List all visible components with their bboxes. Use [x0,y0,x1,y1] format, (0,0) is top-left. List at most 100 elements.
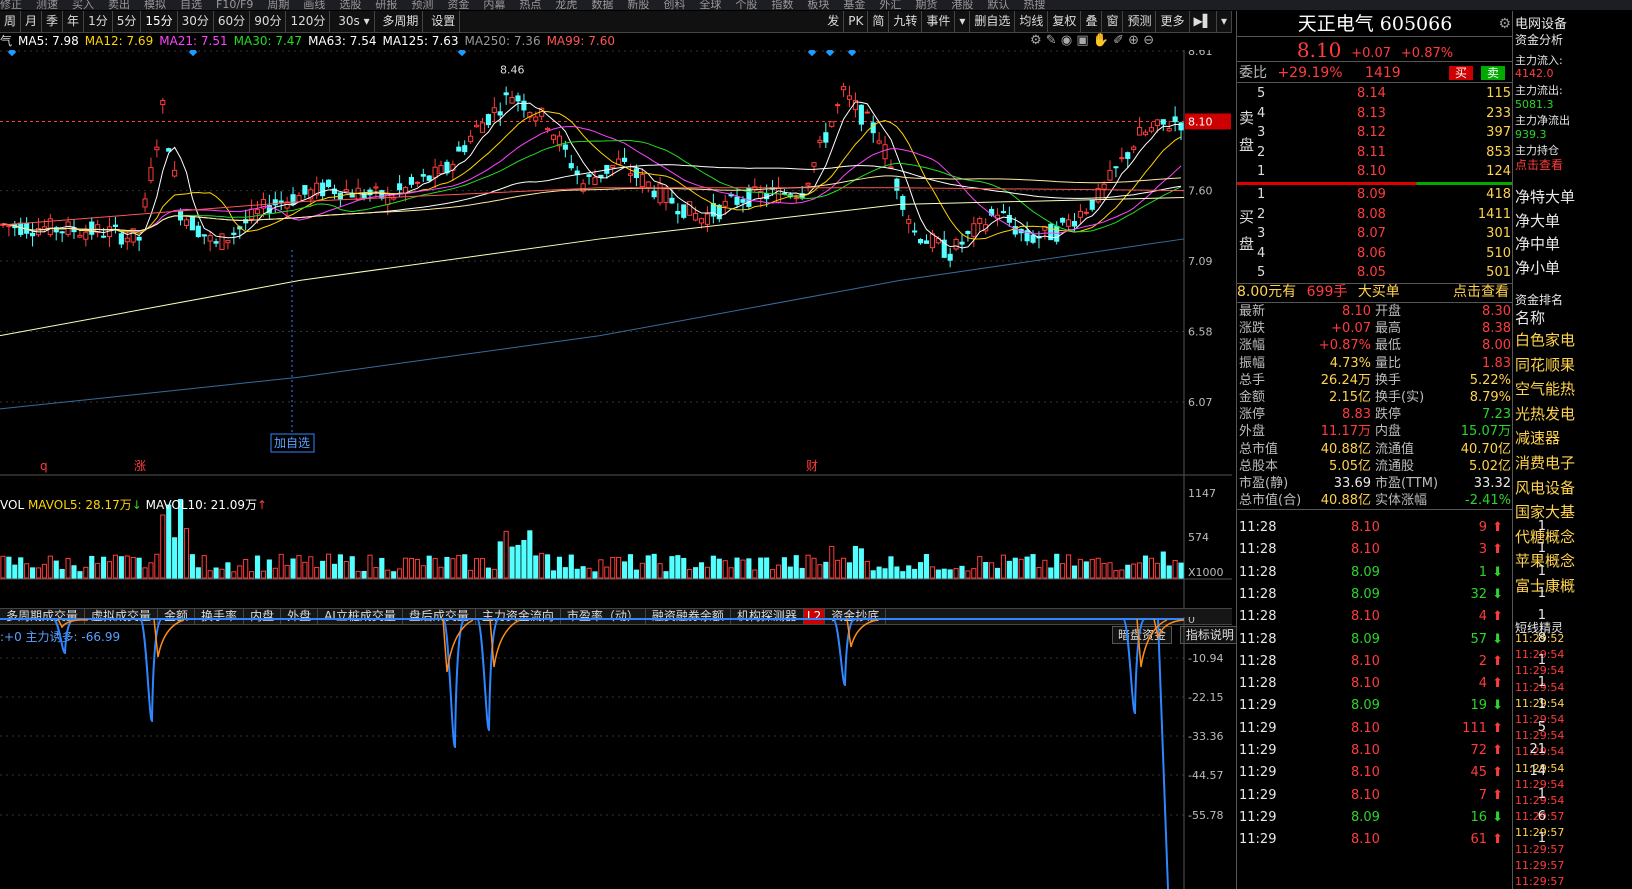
top-menu-item[interactable]: 预测 [411,0,433,10]
ask-level[interactable]: 4 8.13 233 [1237,105,1513,122]
volume-bar [1101,562,1107,579]
zoom-in-icon[interactable]: ⊕ [1128,33,1139,48]
top-menu-item[interactable]: 自选 [180,0,202,10]
toolbar-right-item[interactable]: 九转 [889,11,923,32]
multi-period-button[interactable]: 多周期 [378,11,424,32]
bid-level[interactable]: 5 8.05 501 [1237,264,1513,281]
top-menu-item[interactable]: 热点 [519,0,541,10]
bid-level[interactable]: 4 8.06 510 [1237,245,1513,262]
volume-bar [1012,557,1018,579]
brush-icon[interactable]: ✐ [1113,33,1124,48]
top-menu-item[interactable]: 期货 [915,0,937,10]
period-tab[interactable]: 1分 [84,11,113,32]
toolbar-right-item[interactable]: 发 [823,11,845,32]
rank-item[interactable]: 空气能热 [1515,378,1575,399]
volume-bar [888,556,894,579]
top-menu-item[interactable]: 全球 [699,0,721,10]
check-link[interactable]: 点击查看 [1515,156,1563,173]
toolbar-right-item[interactable]: ▾ [955,11,971,32]
toolbar-right-item[interactable]: 均线 [1015,11,1049,32]
period-tab[interactable]: 15分 [141,11,178,32]
top-menu-item[interactable]: 龙虎 [555,0,577,10]
top-menu-item[interactable]: 买入 [72,0,94,10]
settings-button[interactable]: 设置 [427,11,461,32]
top-menu-item[interactable]: 板块 [807,0,829,10]
period-tab[interactable]: 周 [0,11,22,32]
bid-level[interactable]: 2 8.08 1411 [1237,206,1513,223]
candle-body [290,194,296,205]
period-tab[interactable]: 季 [42,11,64,32]
top-menu-item[interactable]: 修正 [0,0,22,10]
toolbar-right-item[interactable]: 删自选 [970,11,1016,32]
top-menu-item[interactable]: 研报 [375,0,397,10]
top-menu-item[interactable]: 创科 [663,0,685,10]
top-menu-item[interactable]: 数据 [591,0,613,10]
volume-bar [166,504,172,579]
toolbar-right-item[interactable]: 窗 [1102,11,1124,32]
tick-list[interactable]: 11:28 8.10 9 ⬆ 11:28 8.10 3 ⬆ 11:28 8.09 1 ⬇ 11:28 8.… [1237,511,1513,889]
toolbar-right-item[interactable]: 复权 [1048,11,1082,32]
top-menu-item[interactable]: 外汇 [879,0,901,10]
toolbar-right-item[interactable]: ▶▌ [1190,11,1217,32]
top-menu-item[interactable]: 内幕 [483,0,505,10]
top-menu-item[interactable]: 默认 [987,0,1009,10]
indicator-chart[interactable]: 0 -10.94 -22.15 -33.36 -44.57 -55.78 [0,617,1232,889]
toolbar-right-item[interactable]: 事件 [922,11,956,32]
period-tab[interactable]: 年 [63,11,85,32]
sell-button[interactable]: 卖 [1481,66,1506,80]
period-tab[interactable]: 120分 [286,11,331,32]
toolbar-right-item[interactable]: 预测 [1123,11,1157,32]
period-tab[interactable]: 5分 [113,11,142,32]
top-menu-item[interactable]: 选股 [339,0,361,10]
period-tab[interactable]: 30分 [178,11,214,32]
rank-item[interactable]: 同花顺果 [1515,354,1575,375]
rank-item[interactable]: 光热发电 [1515,403,1575,424]
zoom-out-icon[interactable]: ⊖ [1143,33,1154,48]
ask-level[interactable]: 3 8.12 397 [1237,124,1513,141]
period-tab[interactable]: 60分 [214,11,251,32]
toolbar-right-item[interactable]: PK [844,11,869,32]
period-tab[interactable]: 月 [21,11,43,32]
pen-icon[interactable]: ✎ [1046,33,1057,48]
big-order-link[interactable]: 点击查看 [1453,284,1509,301]
rank-item[interactable]: 减速器 [1515,427,1560,448]
candlestick-chart[interactable]: 8.618.107.607.096.586.078.108.46加自选q涨财11… [0,50,1232,630]
top-menu-item[interactable]: 画线 [303,0,325,10]
top-menu-item[interactable]: 模拟 [144,0,166,10]
interval-select[interactable]: 30s ▾ [334,11,375,32]
buy-button[interactable]: 买 [1449,66,1474,80]
rank-item[interactable]: 白色家电 [1515,329,1575,350]
rank-item[interactable]: 风电设备 [1515,477,1575,498]
toolbar-right-item[interactable]: 更多 [1156,11,1190,32]
volume-legend: VOL MAVOL5: 28.17万↓ MAVOL10: 21.09万↑ [0,496,267,513]
gear-icon[interactable]: ⚙ [1030,33,1042,48]
toolbar-right-item[interactable]: 叠 [1081,11,1103,32]
eye-icon[interactable]: ◉ [1061,33,1072,48]
ask-level[interactable]: 2 8.11 853 [1237,144,1513,161]
top-menu-item[interactable]: 热搜 [1023,0,1045,10]
toolbar-right-item[interactable]: 简 [868,11,890,32]
bid-level[interactable]: 1 8.09 418 [1237,186,1513,203]
candle-body [59,231,65,234]
hand-icon[interactable]: ✋ [1093,33,1109,48]
bid-level[interactable]: 3 8.07 301 [1237,225,1513,242]
indicator-axis-label: -44.57 [1188,769,1223,782]
top-menu-item[interactable]: F10/F9 [216,0,253,10]
rank-item[interactable]: 消费电子 [1515,452,1575,473]
top-menu-item[interactable]: 新股 [627,0,649,10]
top-menu-item[interactable]: 卖出 [108,0,130,10]
period-tab[interactable]: 90分 [250,11,287,32]
top-menu-item[interactable]: 港股 [951,0,973,10]
top-menu-item[interactable]: 指数 [771,0,793,10]
top-menu-item[interactable]: 周期 [267,0,289,10]
toolbar-right-item[interactable]: ▾ [1217,11,1232,32]
top-menu-item[interactable]: 测速 [36,0,58,10]
top-menu-item[interactable]: 基金 [843,0,865,10]
top-menu-item[interactable]: 个股 [735,0,757,10]
gear-icon[interactable]: ⚙ [1498,11,1511,37]
lock-icon[interactable]: ▣ [1076,33,1088,48]
top-menu-item[interactable]: 资金 [447,0,469,10]
volume-bar [154,553,160,579]
ask-level[interactable]: 1 8.10 124 [1237,163,1513,180]
ask-level[interactable]: 5 8.14 115 [1237,85,1513,102]
